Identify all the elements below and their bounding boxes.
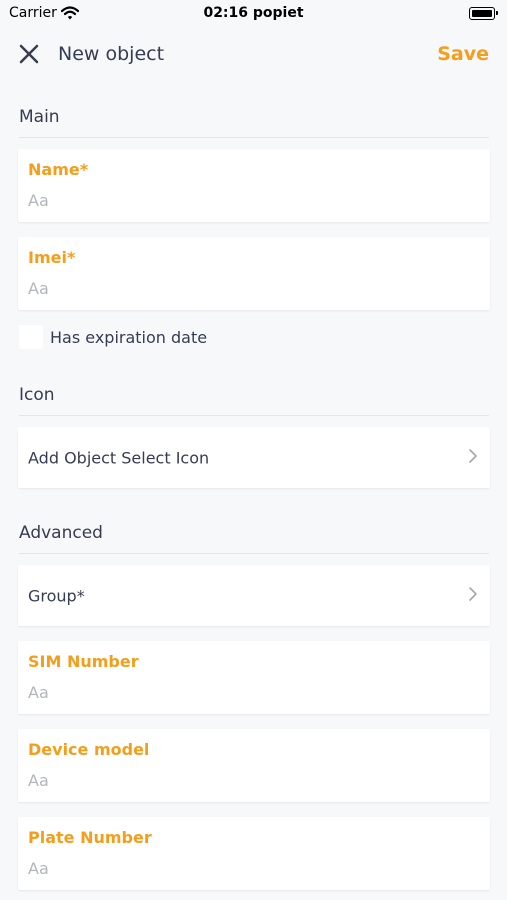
group-select-row[interactable]: Group* [18, 565, 490, 626]
chevron-right-icon [468, 448, 478, 468]
imei-field-label: Imei* [28, 248, 76, 267]
expiration-checkbox-label[interactable]: Has expiration date [50, 328, 207, 347]
section-header-advanced: Advanced [19, 523, 489, 554]
name-input[interactable]: Aa [28, 191, 468, 210]
name-field-label: Name* [28, 160, 89, 179]
plate-number-input[interactable]: Aa [28, 859, 468, 878]
sim-number-field-card[interactable]: SIM Number Aa [18, 641, 490, 714]
imei-input[interactable]: Aa [28, 279, 468, 298]
sim-number-field-label: SIM Number [28, 652, 139, 671]
imei-field-card[interactable]: Imei* Aa [18, 237, 490, 310]
plate-number-field-card[interactable]: Plate Number Aa [18, 817, 490, 890]
device-model-field-label: Device model [28, 740, 150, 759]
plate-number-field-label: Plate Number [28, 828, 152, 847]
group-label: Group* [28, 586, 85, 605]
page-title: New object [58, 43, 165, 65]
status-bar: Carrier 02:16 popiet [0, 0, 507, 28]
section-header-icon: Icon [19, 385, 489, 416]
device-model-input[interactable]: Aa [28, 771, 468, 790]
nav-bar: New object Save [0, 28, 507, 82]
close-button[interactable] [16, 41, 44, 69]
expiration-checkbox[interactable] [19, 325, 43, 349]
icon-select-label: Add Object Select Icon [28, 448, 210, 467]
sim-number-input[interactable]: Aa [28, 683, 468, 702]
clock: 02:16 popiet [203, 5, 304, 21]
device-model-field-card[interactable]: Device model Aa [18, 729, 490, 802]
name-field-card[interactable]: Name* Aa [18, 149, 490, 222]
save-button[interactable]: Save [437, 43, 489, 65]
close-icon [19, 44, 39, 64]
section-header-main: Main [19, 107, 489, 138]
chevron-right-icon [468, 586, 478, 606]
battery-icon [469, 7, 498, 20]
icon-select-row[interactable]: Add Object Select Icon [18, 427, 490, 488]
